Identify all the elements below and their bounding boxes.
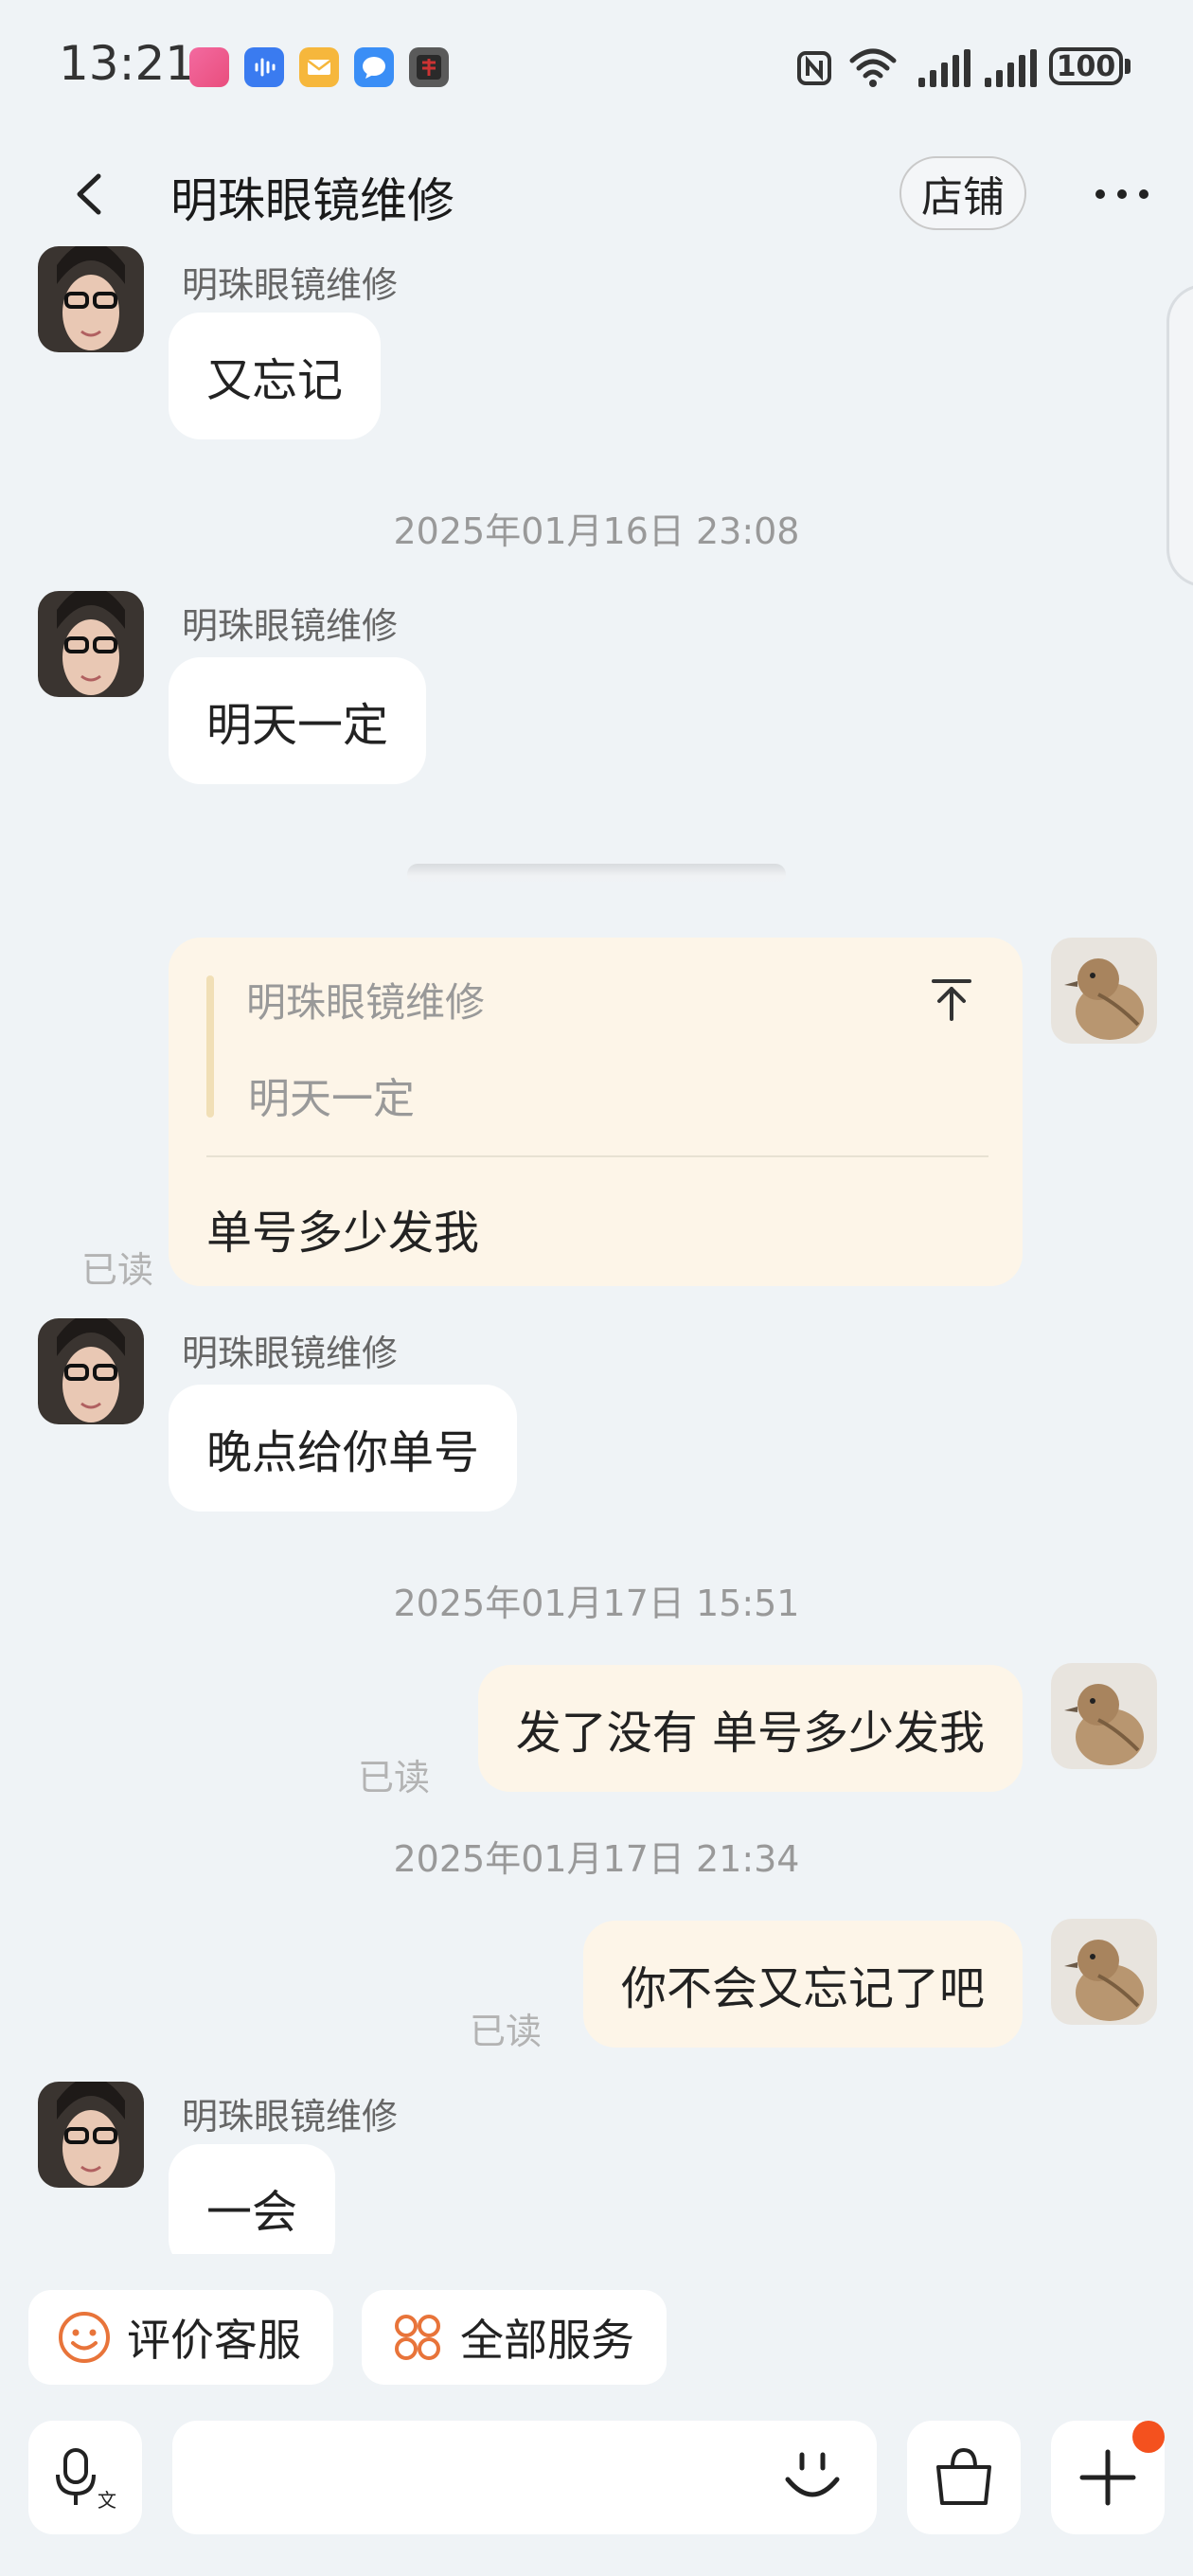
- battery-icon: 100: [1049, 47, 1123, 85]
- voice-input-button[interactable]: 文: [28, 2421, 142, 2534]
- chip-label: 评价客服: [127, 2315, 301, 2366]
- svg-text:文: 文: [98, 2489, 116, 2511]
- shop-button[interactable]: 店铺: [899, 156, 1026, 230]
- message-input[interactable]: [172, 2421, 877, 2534]
- jump-to-quote-icon[interactable]: [928, 975, 975, 1023]
- sender-name: 明珠眼镜维修: [182, 264, 399, 306]
- message-timestamp: 2025年01月17日 15:51: [393, 1583, 800, 1624]
- message-bubble[interactable]: 又忘记: [169, 313, 382, 439]
- notification-dot: [1132, 2421, 1165, 2453]
- my-avatar[interactable]: [1051, 938, 1157, 1044]
- message-clip: 一会: [169, 2144, 336, 2254]
- voice-input-icon: 文: [56, 2448, 116, 2511]
- sender-name: 明珠眼镜维修: [182, 1333, 399, 1374]
- game-icon: [409, 47, 449, 87]
- status-time: 13:21: [59, 36, 196, 91]
- my-avatar[interactable]: [1051, 1919, 1157, 2025]
- message-bubble[interactable]: 一会: [169, 2144, 336, 2254]
- message-bubble[interactable]: 发了没有 单号多少发我: [477, 1665, 1023, 1792]
- quote-bar: [206, 975, 214, 1118]
- sender-name: 明珠眼镜维修: [182, 605, 399, 647]
- more-icon[interactable]: [1089, 170, 1155, 218]
- message-bubble[interactable]: 明天一定: [169, 657, 427, 784]
- shop-avatar[interactable]: [38, 2082, 144, 2188]
- grid-icon: [395, 2315, 440, 2360]
- emoji-icon[interactable]: [782, 2447, 843, 2508]
- all-services-chip[interactable]: 全部服务: [362, 2290, 667, 2385]
- quote-sender: 明珠眼镜维修: [246, 979, 486, 1026]
- shopping-bag-icon: [936, 2447, 991, 2505]
- quote-divider: [206, 1155, 988, 1157]
- message-icon: [354, 47, 394, 87]
- status-bar: 13:21 100: [0, 0, 1193, 133]
- signal-icon-2: [985, 49, 1037, 87]
- voice-recorder-icon: [244, 47, 284, 87]
- nfc-icon: [797, 51, 831, 85]
- rate-service-chip[interactable]: 评价客服: [28, 2290, 333, 2385]
- read-status: 已读: [358, 1757, 431, 1798]
- chip-label: 全部服务: [460, 2315, 634, 2366]
- sender-name: 明珠眼镜维修: [182, 2096, 399, 2138]
- shop-avatar[interactable]: [38, 591, 144, 697]
- chat-title: 明珠眼镜维修: [170, 173, 454, 228]
- back-arrow-icon[interactable]: [66, 170, 114, 218]
- plus-icon: [1079, 2449, 1136, 2506]
- battery-tip: [1125, 59, 1131, 74]
- shop-bag-button[interactable]: [907, 2421, 1021, 2534]
- read-status: 已读: [81, 1249, 154, 1291]
- message-timestamp: 2025年01月17日 21:34: [393, 1838, 800, 1880]
- message-timestamp: 2025年01月16日 23:08: [393, 510, 800, 552]
- mail-icon: [299, 47, 339, 87]
- message-text: 单号多少发我: [206, 1207, 480, 1260]
- shop-avatar[interactable]: [38, 246, 144, 352]
- signal-icon-1: [918, 49, 970, 87]
- shop-avatar[interactable]: [38, 1318, 144, 1424]
- quote-text: 明天一定: [248, 1075, 415, 1123]
- my-avatar[interactable]: [1051, 1663, 1157, 1769]
- smiley-icon: [59, 2312, 110, 2363]
- bilibili-icon: [189, 47, 229, 87]
- loading-divider: [407, 864, 786, 885]
- message-bubble[interactable]: 你不会又忘记了吧: [582, 1921, 1023, 2048]
- wifi-icon: [849, 48, 897, 87]
- message-bubble[interactable]: 晚点给你单号: [169, 1385, 518, 1512]
- read-status: 已读: [470, 2011, 543, 2052]
